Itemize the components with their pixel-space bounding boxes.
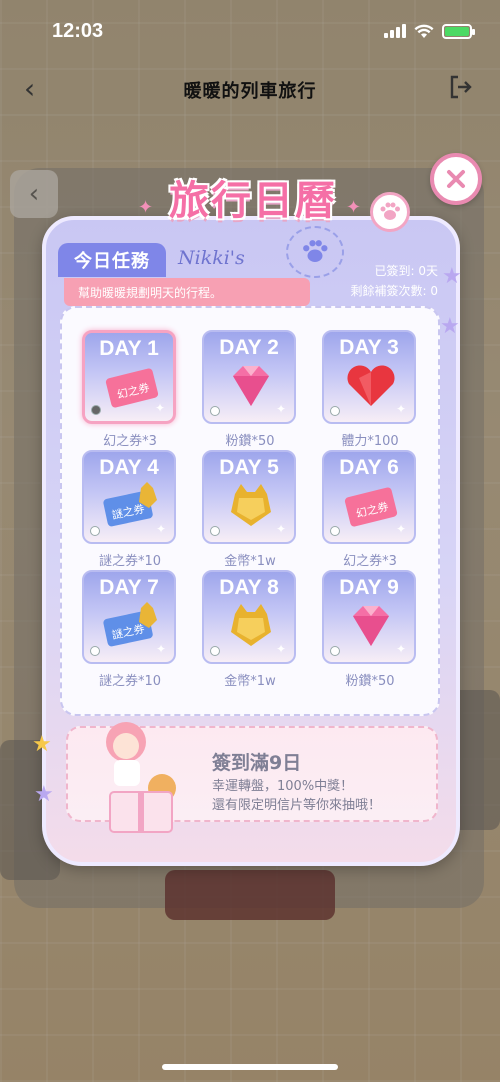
star-icon: ★ [440, 314, 460, 339]
day-card[interactable]: DAY 9 ✦ [322, 570, 416, 664]
diamond-icon [353, 606, 389, 646]
star-icon: ✦ [395, 642, 406, 656]
reward-name: 幻之券*3 [343, 554, 397, 569]
wifi-icon [414, 24, 434, 38]
day-cell-3[interactable]: DAY 3 ✦ 體力*100 [322, 330, 418, 449]
modal-title: 旅行日曆 [169, 178, 337, 224]
paw-stamp-icon [286, 226, 344, 278]
day-label: DAY 3 [339, 336, 399, 359]
star-icon: ✦ [395, 522, 406, 536]
pink-ticket-icon: 幻之券 [105, 368, 159, 408]
signin-stats: 已簽到: 0天 剩餘補簽次數: 0 [351, 261, 439, 301]
signin-dot [210, 526, 220, 536]
star-icon: ★ [442, 264, 462, 289]
signin-dot [210, 406, 220, 416]
day-card[interactable]: DAY 4 謎之券 ✦ [82, 450, 176, 544]
star-icon: ★ [32, 732, 52, 757]
day-label: DAY 5 [219, 456, 279, 479]
day-label: DAY 9 [339, 576, 399, 599]
sparkle-icon: ✦ [346, 197, 362, 218]
blue-ticket-icon: 謎之券 [103, 602, 157, 647]
paw-clip-icon [370, 192, 410, 232]
star-icon: ✦ [154, 401, 165, 415]
makeup-count-text: 剩餘補簽次數: 0 [350, 284, 439, 298]
signin-dot [210, 646, 220, 656]
day-card[interactable]: DAY 7 謎之券 ✦ [82, 570, 176, 664]
star-icon: ✦ [275, 402, 286, 416]
day-cell-5[interactable]: DAY 5 ✦ 金幣*1w [202, 450, 298, 569]
nav-bar: ‹ 暖暖的列車旅行 [0, 68, 500, 112]
today-task-tag: 今日任務 [58, 243, 166, 277]
battery-icon [442, 23, 475, 39]
blue-ticket-icon: 謎之券 [103, 482, 157, 527]
brand-text: Nikki's [178, 247, 245, 269]
reward-name: 幻之券*3 [103, 434, 157, 449]
task-description: 幫助暖暖規劃明天的行程。 [64, 278, 310, 306]
reward-name: 謎之券*10 [98, 674, 162, 689]
star-icon: ✦ [155, 522, 166, 536]
sparkle-icon: ✦ [138, 197, 154, 218]
star-icon: ✦ [275, 642, 286, 656]
page-title: 暖暖的列車旅行 [183, 81, 317, 102]
status-icons [384, 23, 475, 39]
gold-coin-icon [231, 604, 271, 646]
reward-name: 粉鑽*50 [225, 434, 275, 449]
day-card[interactable]: DAY 5 ✦ [202, 450, 296, 544]
pink-ticket-icon: 幻之券 [344, 487, 398, 527]
day-card[interactable]: DAY 3 ✦ [322, 330, 416, 424]
bonus-line-1: 幸運轉盤，100%中獎！ [212, 779, 354, 794]
gold-coin-icon [231, 484, 271, 526]
back-icon[interactable]: ‹ [24, 72, 35, 105]
day-cell-8[interactable]: DAY 8 ✦ 金幣*1w [202, 570, 298, 689]
day-card[interactable]: DAY 1 幻之券 ✦ [82, 330, 176, 424]
day-cell-6[interactable]: DAY 6 幻之券 ✦ 幻之券*3 [322, 450, 418, 569]
reward-name: 粉鑽*50 [345, 674, 395, 689]
day-cell-2[interactable]: DAY 2 ✦ 粉鑽*50 [202, 330, 298, 449]
status-bar: 12:03 [0, 0, 500, 62]
close-button[interactable] [430, 153, 482, 205]
day-label: DAY 6 [339, 456, 399, 479]
star-icon: ✦ [395, 402, 406, 416]
signin-dot [90, 646, 100, 656]
exit-icon[interactable] [448, 74, 474, 100]
signin-dot [330, 646, 340, 656]
signin-dot [91, 405, 101, 415]
day-label: DAY 4 [99, 456, 159, 479]
day-cell-7[interactable]: DAY 7 謎之券 ✦ 謎之券*10 [82, 570, 178, 689]
reward-name: 金幣*1w [224, 554, 276, 569]
bonus-line-2: 還有限定明信片等你來抽哦！ [212, 798, 382, 813]
close-icon [447, 170, 465, 188]
signal-icon [384, 24, 406, 38]
diamond-icon [233, 366, 269, 406]
day-label: DAY 1 [99, 337, 159, 360]
day-cell-9[interactable]: DAY 9 ✦ 粉鑽*50 [322, 570, 418, 689]
day-label: DAY 8 [219, 576, 279, 599]
signin-dot [330, 406, 340, 416]
day-card[interactable]: DAY 6 幻之券 ✦ [322, 450, 416, 544]
bonus-title: 簽到滿9日 [212, 752, 302, 774]
reward-name: 謎之券*10 [98, 554, 162, 569]
status-time: 12:03 [52, 19, 104, 42]
day-cell-1[interactable]: DAY 1 幻之券 ✦ 幻之券*3 [82, 330, 178, 449]
signin-dot [90, 526, 100, 536]
day-label: DAY 2 [219, 336, 279, 359]
reward-name: 體力*100 [341, 434, 399, 449]
reward-name: 金幣*1w [224, 674, 276, 689]
star-icon: ✦ [275, 522, 286, 536]
signin-dot [330, 526, 340, 536]
day-cell-4[interactable]: DAY 4 謎之券 ✦ 謎之券*10 [82, 450, 178, 569]
star-icon: ✦ [155, 642, 166, 656]
heart-icon [347, 365, 395, 406]
signed-days-text: 已簽到: 0天 [374, 264, 439, 278]
day-card[interactable]: DAY 2 ✦ [202, 330, 296, 424]
girl-gift-illustration [106, 722, 176, 833]
day-card[interactable]: DAY 8 ✦ [202, 570, 296, 664]
day-label: DAY 7 [99, 576, 159, 599]
home-indicator [162, 1064, 338, 1070]
star-icon: ★ [34, 782, 54, 807]
